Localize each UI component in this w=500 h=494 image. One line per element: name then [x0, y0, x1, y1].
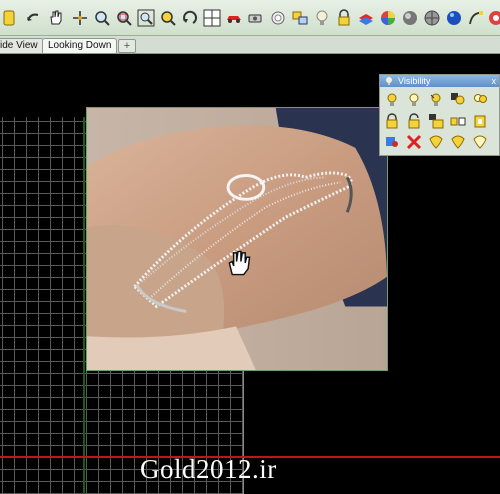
boundary-icon[interactable] [290, 7, 310, 29]
layer-icon[interactable] [356, 7, 376, 29]
lock-selected-icon[interactable] [426, 111, 445, 130]
show-bulb-icon[interactable] [426, 132, 445, 151]
lock-icon[interactable] [382, 111, 401, 130]
modeling-viewport[interactable]: Visibility x [0, 55, 500, 494]
viewport-tab-strip: ide View Looking Down + [0, 36, 500, 54]
isolate-icon[interactable] [382, 132, 401, 151]
y-axis-line [83, 117, 85, 494]
more-icon[interactable] [470, 132, 489, 151]
undo-icon[interactable] [24, 7, 44, 29]
more-icon[interactable] [486, 7, 500, 29]
pan-hand-icon[interactable] [46, 7, 66, 29]
hide-red-icon[interactable] [404, 132, 423, 151]
swap-lock-icon[interactable] [448, 111, 467, 130]
close-icon[interactable]: x [492, 75, 497, 87]
car-icon[interactable] [224, 7, 244, 29]
lightbulb-icon[interactable] [312, 7, 332, 29]
lightbulb-icon [386, 77, 392, 85]
render-sphere-icon[interactable] [444, 7, 464, 29]
zoom-extents-icon[interactable] [136, 7, 156, 29]
zoom-window-icon[interactable] [114, 7, 134, 29]
visibility-panel-title: Visibility [398, 76, 431, 86]
lock-icon[interactable] [334, 7, 354, 29]
select-arrow-icon[interactable] [0, 7, 20, 29]
color-wheel-icon[interactable] [378, 7, 398, 29]
show-all-icon[interactable] [470, 90, 489, 109]
four-viewports-icon[interactable] [202, 7, 222, 29]
add-tab-button[interactable]: + [118, 39, 136, 53]
lock-all-icon[interactable] [470, 111, 489, 130]
camera-icon[interactable] [246, 7, 266, 29]
rendered-sphere-icon[interactable] [422, 7, 442, 29]
visibility-panel: Visibility x [379, 74, 500, 156]
tab-looking-down[interactable]: Looking Down [42, 38, 118, 53]
curve-icon[interactable] [466, 7, 486, 29]
zoom-icon[interactable] [92, 7, 112, 29]
tab-side-view[interactable]: ide View [0, 38, 44, 53]
visibility-panel-titlebar[interactable]: Visibility x [380, 75, 499, 87]
rotate-icon[interactable] [180, 7, 200, 29]
reference-image-bracelet[interactable] [86, 107, 388, 371]
show-selected-icon[interactable] [404, 90, 423, 109]
zoom-selected-icon[interactable] [158, 7, 178, 29]
main-toolbar [0, 0, 500, 36]
pan-hand-cursor-icon [228, 250, 251, 276]
hide-bulb-icon[interactable] [448, 132, 467, 151]
record-icon[interactable] [268, 7, 288, 29]
move-icon[interactable] [70, 7, 90, 29]
watermark-text: Gold2012.ir [140, 454, 277, 484]
shade-sphere-icon[interactable] [400, 7, 420, 29]
hide-icon[interactable] [426, 90, 445, 109]
show-icon[interactable] [382, 90, 401, 109]
unlock-icon[interactable] [404, 111, 423, 130]
swap-visibility-icon[interactable] [448, 90, 467, 109]
